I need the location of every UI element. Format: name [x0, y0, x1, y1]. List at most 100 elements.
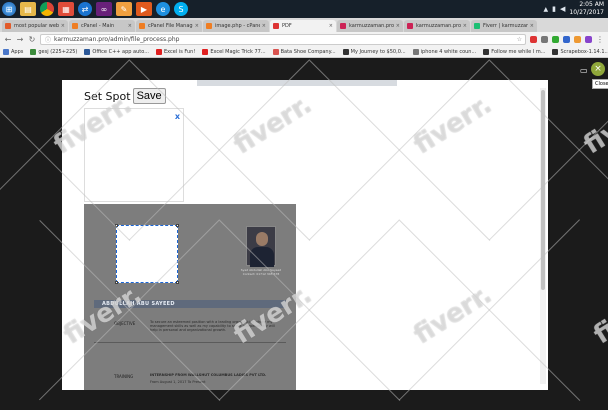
image-crop-modal: Set Spot Save x Syed Abdullah Abu Sayeed… — [62, 80, 548, 390]
browser-tab[interactable]: cPanel - Main × — [69, 20, 135, 32]
section-divider — [94, 342, 286, 343]
photo-caption: Syed Abdullah Abu Sayeed Contact: 01712 … — [240, 268, 282, 276]
modal-scroll-thumb[interactable] — [541, 90, 545, 290]
bookmark-item[interactable]: Bata Shoe Company... — [272, 48, 336, 55]
tab-favicon-icon — [273, 23, 279, 29]
bookmark-label: My Journey to $50,0... — [350, 48, 406, 55]
preview-close-icon[interactable]: x — [175, 112, 180, 121]
extension-gray-icon[interactable] — [541, 35, 548, 43]
browser-tab[interactable]: image.php - cPanel × — [203, 20, 269, 32]
extension-purple-icon[interactable] — [585, 35, 592, 43]
teamviewer-icon[interactable]: ⇄ — [78, 2, 92, 16]
tab-close-icon[interactable]: × — [61, 23, 65, 29]
tab-label: PDF — [282, 23, 292, 29]
bookmark-item[interactable]: Excel is Fun! — [155, 48, 196, 55]
info-icon[interactable]: ⓘ — [45, 35, 51, 44]
browser-tab[interactable]: cPanel File Manager × — [136, 20, 202, 32]
crop-handle-bottom-left[interactable] — [115, 281, 118, 284]
bookmark-item[interactable]: Follow me while I m... — [483, 48, 545, 55]
volume-icon[interactable]: ◀ — [560, 5, 565, 13]
browser-tab[interactable]: most popular websit× — [2, 20, 68, 32]
tab-favicon-icon — [5, 23, 11, 29]
tab-close-icon[interactable]: × — [329, 23, 333, 29]
modal-scrollbar[interactable] — [540, 88, 546, 384]
bookmark-favicon-icon — [84, 48, 91, 55]
browser-toolbar: ← → ↻ ⓘ karmuzzaman.pro/admin/file_proce… — [0, 32, 608, 46]
tab-label: Fiverr | karmuzzam — [483, 23, 528, 29]
tab-label: most popular websit — [14, 23, 59, 29]
profile-photo — [246, 226, 276, 267]
bookmark-item[interactable]: Excel Magic Trick 77... — [202, 48, 266, 55]
visual-studio-icon[interactable]: ∞ — [96, 2, 112, 16]
chrome-icon[interactable] — [40, 2, 54, 16]
crop-handle-bottom-right[interactable] — [176, 281, 179, 284]
start-orb-icon[interactable]: ⊞ — [2, 2, 16, 16]
crop-handle-top-left[interactable] — [115, 224, 118, 227]
paint-icon[interactable]: ✎ — [116, 2, 132, 16]
modal-top-strip — [197, 80, 397, 86]
save-button[interactable]: Save — [132, 88, 166, 104]
bookmark-item[interactable]: Office C++ app auto... — [84, 48, 149, 55]
set-spot-button[interactable]: Set Spot — [84, 90, 131, 103]
extension-green-icon[interactable] — [552, 35, 559, 43]
bookmark-favicon-icon — [202, 48, 209, 55]
browser-tab[interactable]: karmuzzaman.pro × — [337, 20, 403, 32]
chrome-menu-icon[interactable]: ⋮ — [596, 35, 604, 44]
bookmark-label: Office C++ app auto... — [92, 48, 149, 55]
browser-tab[interactable]: Fiverr | karmuzzam × — [471, 20, 537, 32]
bookmark-favicon-icon — [412, 48, 419, 55]
system-tray: ▲ ▮ ◀ 2:05 AM 10/27/2017 — [544, 1, 604, 17]
photo-face — [256, 232, 268, 246]
forward-arrow-icon[interactable]: → — [16, 35, 24, 44]
browser-tab[interactable]: PDF × — [270, 20, 336, 32]
bookmark-item[interactable]: Scrapebox-1.14.1... — [552, 48, 608, 55]
tab-close-icon[interactable]: × — [463, 23, 467, 29]
system-clock[interactable]: 2:05 AM 10/27/2017 — [569, 1, 604, 17]
tab-close-icon[interactable]: × — [128, 23, 132, 29]
bookmark-label: Excel is Fun! — [163, 48, 196, 55]
bookmark-favicon-icon — [272, 48, 279, 55]
restore-window-icon[interactable]: ▭ — [580, 66, 588, 75]
back-arrow-icon[interactable]: ← — [4, 35, 12, 44]
skype-icon[interactable]: S — [174, 2, 188, 16]
network-icon[interactable]: ▮ — [552, 5, 556, 13]
bookmark-star-icon[interactable]: ☆ — [517, 36, 522, 43]
tab-favicon-icon — [139, 23, 145, 29]
tab-close-icon[interactable]: × — [262, 23, 266, 29]
crop-preview: x — [84, 108, 184, 202]
media-player-icon[interactable]: ▶ — [136, 2, 152, 16]
file-explorer-icon[interactable]: ▤ — [20, 2, 36, 16]
tab-close-icon[interactable]: × — [195, 23, 199, 29]
bookmark-item[interactable]: Apps — [3, 48, 23, 55]
bookmark-item[interactable]: iphone 4 white coun... — [412, 48, 477, 55]
bookmark-favicon-icon — [3, 48, 9, 55]
bookmark-item[interactable]: gesj (225+225) — [30, 48, 77, 55]
browser-tab-strip: most popular websit×cPanel - Main×cPanel… — [0, 18, 608, 32]
tab-favicon-icon — [72, 23, 78, 29]
section-label-objective: OBJECTIVE — [114, 321, 136, 326]
section-label-training: TRAINING — [114, 374, 134, 379]
address-url: karmuzzaman.pro/admin/file_process.php — [54, 35, 180, 43]
bookmark-label: Scrapebox-1.14.1... — [560, 48, 608, 55]
close-modal-button[interactable]: × — [591, 62, 605, 76]
extension-blue-icon[interactable] — [563, 35, 570, 43]
tray-up-arrow-icon[interactable]: ▲ — [544, 6, 549, 13]
extension-orange-icon[interactable] — [574, 35, 581, 43]
bookmark-favicon-icon — [552, 48, 559, 55]
extension-red-icon[interactable] — [530, 35, 537, 43]
internet-explorer-icon[interactable]: e — [156, 2, 170, 16]
tab-label: cPanel File Manager — [148, 23, 193, 29]
calculator-icon[interactable]: ▦ — [58, 2, 74, 16]
reload-icon[interactable]: ↻ — [28, 35, 36, 44]
bookmark-favicon-icon — [155, 48, 162, 55]
bookmarks-bar: Apps gesj (225+225) Office C++ app auto...… — [0, 46, 608, 58]
crop-handle-top-right[interactable] — [176, 224, 179, 227]
tab-close-icon[interactable]: × — [530, 23, 534, 29]
tab-close-icon[interactable]: × — [396, 23, 400, 29]
browser-tab[interactable]: karmuzzaman.pro/ad× — [404, 20, 470, 32]
close-icon: × — [594, 64, 602, 74]
address-bar[interactable]: ⓘ karmuzzaman.pro/admin/file_process.php… — [40, 33, 526, 45]
crop-selection[interactable] — [115, 224, 179, 284]
bookmark-item[interactable]: My Journey to $50,0... — [342, 48, 406, 55]
bookmark-label: iphone 4 white coun... — [420, 48, 477, 55]
